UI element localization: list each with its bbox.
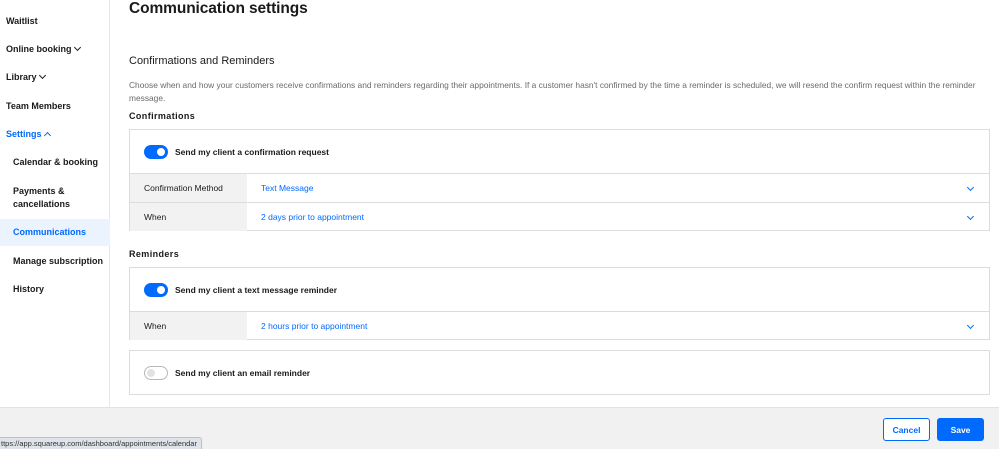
sidebar-item-label: Library bbox=[6, 72, 37, 82]
chevron-down-icon bbox=[38, 71, 46, 80]
page-title: Communication settings bbox=[129, 0, 308, 17]
cancel-button[interactable]: Cancel bbox=[883, 418, 930, 441]
sidebar: Waitlist Online booking Library Team Mem… bbox=[0, 0, 110, 407]
text-reminder-card: Send my client a text message reminder W… bbox=[129, 267, 990, 340]
sidebar-item-label: Manage subscription bbox=[13, 256, 104, 266]
sidebar-item-online-booking[interactable]: Online booking bbox=[0, 43, 110, 56]
sidebar-item-label: Payments & bbox=[13, 186, 65, 196]
email-reminder-toggle[interactable] bbox=[144, 366, 168, 380]
chevron-down-icon bbox=[966, 183, 975, 192]
confirmation-when-value: 2 days prior to appointment bbox=[261, 212, 365, 222]
confirmation-method-row: Confirmation Method Text Message bbox=[130, 173, 989, 202]
chevron-down-icon bbox=[966, 212, 975, 221]
confirmation-request-row: Send my client a confirmation request bbox=[130, 144, 989, 160]
confirmation-when-label: When bbox=[130, 203, 247, 231]
confirmation-request-label: Send my client a confirmation request bbox=[175, 147, 329, 157]
sidebar-item-label: cancellations bbox=[13, 199, 71, 209]
sidebar-item-label: History bbox=[13, 284, 45, 294]
sidebar-item-library[interactable]: Library bbox=[0, 71, 110, 84]
chevron-down-icon bbox=[73, 43, 81, 52]
sidebar-item-team-members[interactable]: Team Members bbox=[0, 100, 110, 113]
text-reminder-when-value: 2 hours prior to appointment bbox=[261, 321, 368, 331]
section-title: Confirmations and Reminders bbox=[129, 55, 275, 67]
confirmation-when-select[interactable]: 2 days prior to appointment bbox=[247, 203, 989, 231]
sidebar-item-waitlist[interactable]: Waitlist bbox=[0, 15, 110, 28]
sidebar-item-label: Communications bbox=[13, 227, 87, 237]
sidebar-item-settings[interactable]: Settings bbox=[0, 128, 110, 141]
text-reminder-when-row: When 2 hours prior to appointment bbox=[130, 311, 989, 340]
email-reminder-label: Send my client an email reminder bbox=[175, 368, 311, 378]
reminders-heading: Reminders bbox=[129, 249, 180, 259]
email-reminder-row: Send my client an email reminder bbox=[130, 365, 989, 381]
text-reminder-toggle[interactable] bbox=[144, 283, 168, 297]
status-bar-url: ttps://app.squareup.com/dashboard/appoin… bbox=[0, 437, 202, 449]
sidebar-item-manage-subscription[interactable]: Manage subscription bbox=[0, 255, 110, 268]
sidebar-item-label: Calendar & booking bbox=[13, 157, 99, 167]
sidebar-item-history[interactable]: History bbox=[0, 283, 110, 296]
text-reminder-when-label: When bbox=[130, 312, 247, 340]
text-reminder-label: Send my client a text message reminder bbox=[175, 285, 338, 295]
save-button[interactable]: Save bbox=[937, 418, 984, 441]
sidebar-item-payments-cancellations[interactable]: Payments & cancellations bbox=[0, 185, 110, 211]
text-reminder-when-select[interactable]: 2 hours prior to appointment bbox=[247, 312, 989, 340]
chevron-down-icon bbox=[966, 321, 975, 330]
sidebar-item-label: Settings bbox=[6, 129, 42, 139]
sidebar-item-communications[interactable]: Communications bbox=[0, 219, 110, 246]
confirmation-method-label: Confirmation Method bbox=[130, 174, 247, 202]
sidebar-item-calendar-booking[interactable]: Calendar & booking bbox=[0, 156, 110, 169]
sidebar-item-label: Online booking bbox=[6, 44, 72, 54]
confirmations-card: Send my client a confirmation request Co… bbox=[129, 129, 990, 231]
text-reminder-row: Send my client a text message reminder bbox=[130, 282, 989, 298]
confirmation-when-row: When 2 days prior to appointment bbox=[130, 202, 989, 231]
confirmations-heading: Confirmations bbox=[129, 111, 196, 121]
confirmation-method-value: Text Message bbox=[261, 183, 314, 193]
sidebar-item-label: Waitlist bbox=[6, 16, 38, 26]
confirmation-request-toggle[interactable] bbox=[144, 145, 168, 159]
confirmation-method-select[interactable]: Text Message bbox=[247, 174, 989, 202]
section-description: Choose when and how your customers recei… bbox=[129, 80, 976, 103]
chevron-up-icon bbox=[43, 131, 51, 140]
email-reminder-card: Send my client an email reminder bbox=[129, 350, 990, 395]
sidebar-item-label: Team Members bbox=[6, 101, 71, 111]
toggle-knob bbox=[157, 286, 165, 294]
toggle-knob bbox=[157, 148, 165, 156]
toggle-knob bbox=[147, 369, 155, 377]
